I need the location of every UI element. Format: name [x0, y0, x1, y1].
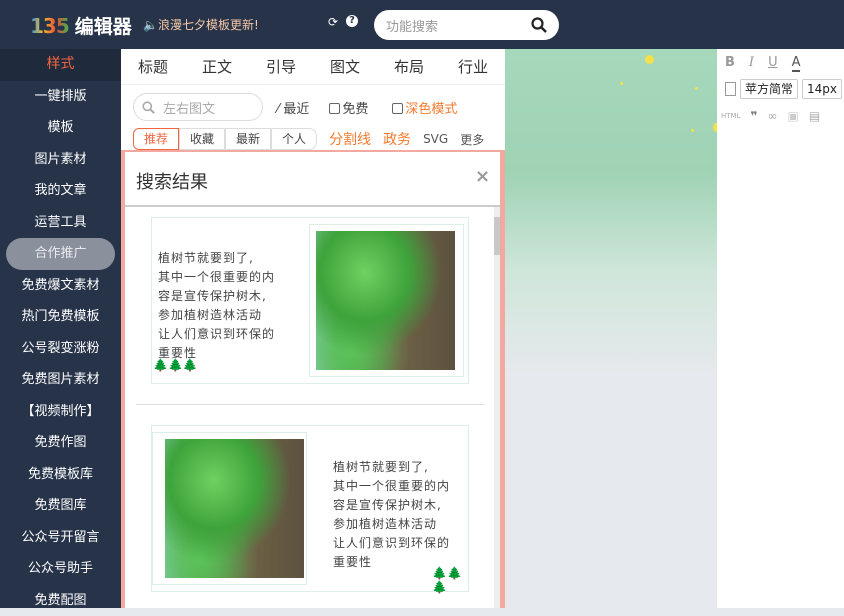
sidebar-item[interactable]: 免费图库 [0, 490, 121, 522]
sidebar-item[interactable]: 热门免费模板 [0, 301, 121, 333]
logo-text: 编辑器 [75, 12, 132, 39]
html-button[interactable]: HTML [721, 112, 740, 120]
sidebar-item[interactable]: 免费爆文素材 [0, 270, 121, 302]
font-size-select[interactable]: 14px [802, 79, 842, 99]
search-results-dialog: 搜索结果 × 植树节就要到了,其中一个很重要的内容是宣传保护树木,参加植树造林活… [125, 152, 500, 608]
sidebar-item[interactable]: 免费作图 [0, 427, 121, 459]
underline-button[interactable]: U [768, 55, 778, 72]
sidebar-item[interactable]: 一键排版 [0, 81, 121, 113]
canvas-background [505, 49, 717, 608]
subtab-svg[interactable]: SVG [423, 132, 448, 146]
top-header: 135 编辑器 🔈浪漫七夕模板更新! ⟳ ? 功能搜索 [0, 0, 844, 49]
tree-icon: 🌲🌲🌲 [432, 566, 468, 594]
update-notice-link[interactable]: 🔈浪漫七夕模板更新! [143, 16, 259, 33]
divider [136, 404, 484, 405]
result-card[interactable]: 植树节就要到了,其中一个很重要的内容是宣传保护树木,参加植树造林活动让人们意识到… [151, 217, 469, 384]
font-color-button[interactable]: A [792, 55, 801, 72]
quote-icon[interactable]: ❞ [750, 109, 757, 123]
link-icon[interactable]: ∞ [768, 109, 778, 123]
table-icon[interactable]: ▤ [809, 109, 820, 123]
font-family-select[interactable]: 苹方简常 [740, 79, 798, 99]
sidebar-item[interactable]: 公众号助手 [0, 553, 121, 585]
image-frame [309, 224, 464, 377]
sidebar-item[interactable]: 合作推广 [6, 238, 115, 270]
search-placeholder: 左右图文 [163, 98, 215, 117]
sidebar: 样式 一键排版 模板 图片素材 我的文章 运营工具 合作推广 免费爆文素材 热门… [0, 49, 121, 608]
fern-photo [316, 231, 455, 370]
free-label: 免费 [342, 102, 368, 117]
subtab-recommend[interactable]: 推荐 [133, 128, 179, 150]
subtab-divider-line[interactable]: 分割线 [329, 129, 371, 149]
tab-image-text[interactable]: 图文 [330, 56, 360, 77]
tab-industry[interactable]: 行业 [458, 56, 488, 77]
image-frame [152, 432, 307, 585]
free-checkbox[interactable]: 免费 [329, 98, 368, 117]
divider [125, 205, 500, 207]
logo-mark: 135 [30, 14, 69, 38]
sidebar-item[interactable]: 模板 [0, 112, 121, 144]
sidebar-item[interactable]: 【视频制作】 [0, 396, 121, 428]
sidebar-item[interactable]: 公号裂变涨粉 [0, 333, 121, 365]
sidebar-item[interactable]: 免费模板库 [0, 459, 121, 491]
fern-photo [165, 439, 304, 578]
style-search-input[interactable]: 左右图文 [133, 93, 263, 121]
sidebar-item[interactable]: 免费图片素材 [0, 364, 121, 396]
recent-button[interactable]: ⁄ 最近 [277, 98, 309, 117]
search-icon[interactable] [531, 17, 547, 33]
subtab-more[interactable]: 更多 [460, 131, 484, 148]
scrollbar-thumb[interactable] [494, 217, 500, 255]
bold-button[interactable]: B [725, 55, 735, 72]
sidebar-item[interactable]: 公众号开留言 [0, 522, 121, 554]
close-icon[interactable]: × [475, 166, 490, 187]
dark-mode-label: 深色模式 [405, 102, 457, 117]
sidebar-item[interactable]: 我的文章 [0, 175, 121, 207]
card-text: 植树节就要到了,其中一个很重要的内容是宣传保护树木,参加植树造林活动让人们意识到… [333, 458, 468, 572]
result-card[interactable]: 植树节就要到了,其中一个很重要的内容是宣传保护树木,参加植树造林活动让人们意识到… [151, 425, 469, 592]
refresh-icon[interactable]: ⟳ [328, 15, 338, 29]
tab-guide[interactable]: 引导 [266, 56, 296, 77]
logo[interactable]: 135 编辑器 [30, 12, 132, 39]
sidebar-item[interactable]: 样式 [0, 49, 121, 81]
tab-title[interactable]: 标题 [138, 56, 168, 77]
document-icon[interactable] [725, 82, 736, 96]
subtab-government[interactable]: 政务 [383, 129, 411, 149]
editor-area[interactable]: B I U A 苹方简常 14px HTML ❞ ∞ ▣ ▤ [717, 49, 844, 608]
style-panel: 标题 正文 引导 图文 布局 行业 左右图文 ⁄ 最近 免费 深色模式 推荐 收… [121, 49, 505, 150]
feature-search-input[interactable]: 功能搜索 [374, 10, 559, 40]
subtab-personal[interactable]: 个人 [271, 128, 317, 150]
subtab-newest[interactable]: 最新 [225, 128, 271, 150]
scrollbar[interactable] [494, 207, 500, 608]
tree-icon: 🌲🌲🌲 [153, 358, 198, 372]
card-text: 植树节就要到了,其中一个很重要的内容是宣传保护树木,参加植树造林活动让人们意识到… [158, 249, 293, 363]
clear-format-icon[interactable]: ▣ [788, 109, 799, 123]
help-icon[interactable]: ? [346, 15, 358, 27]
tab-body[interactable]: 正文 [202, 56, 232, 77]
dialog-title: 搜索结果 [136, 168, 208, 194]
dark-mode-checkbox[interactable]: 深色模式 [392, 98, 457, 117]
magic-wand-icon: ⁄ [277, 102, 279, 117]
search-icon [142, 101, 155, 114]
sidebar-item[interactable]: 运营工具 [0, 207, 121, 239]
recent-label: 最近 [283, 102, 309, 117]
search-placeholder: 功能搜索 [386, 16, 438, 35]
italic-button[interactable]: I [749, 55, 754, 72]
tab-layout[interactable]: 布局 [394, 56, 424, 77]
subtab-favorites[interactable]: 收藏 [179, 128, 225, 150]
sidebar-item[interactable]: 免费配图 [0, 585, 121, 616]
sidebar-item[interactable]: 图片素材 [0, 144, 121, 176]
